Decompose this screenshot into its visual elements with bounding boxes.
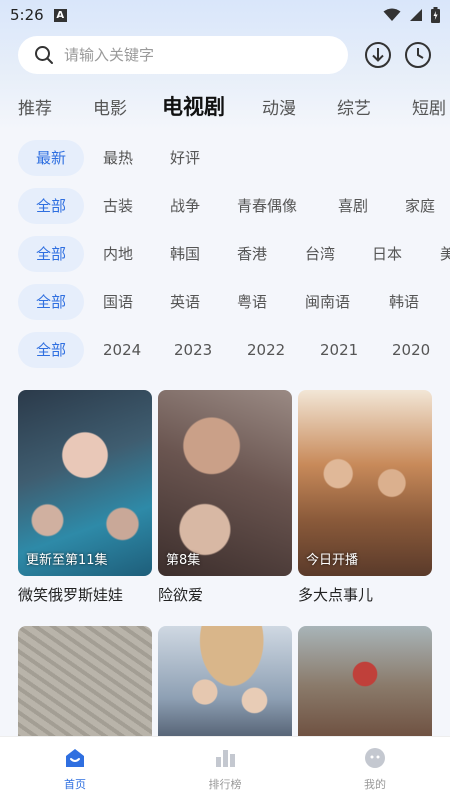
- filter-type-costume[interactable]: 古装: [103, 188, 133, 224]
- search-input[interactable]: [64, 46, 314, 64]
- video-poster[interactable]: [158, 626, 292, 746]
- video-poster[interactable]: [298, 626, 432, 746]
- nav-home-label: 首页: [64, 777, 86, 791]
- video-title: 险欲爱: [158, 586, 204, 604]
- bottom-navigation: 首页 排行榜 我的: [0, 736, 450, 800]
- filter-type-all[interactable]: 全部: [18, 188, 84, 224]
- filter-region-korea[interactable]: 韩国: [170, 236, 200, 272]
- download-button[interactable]: [363, 40, 393, 70]
- filter-type-comedy[interactable]: 喜剧: [338, 188, 368, 224]
- video-poster[interactable]: [18, 626, 152, 746]
- video-poster[interactable]: 今日开播: [298, 390, 432, 576]
- episode-badge: 更新至第11集: [26, 553, 108, 568]
- filter-row-region: 全部 内地 韩国 香港 台湾 日本 美: [0, 236, 450, 272]
- video-card[interactable]: [158, 626, 292, 746]
- nav-home[interactable]: 首页: [25, 746, 125, 792]
- filter-language-all[interactable]: 全部: [18, 284, 84, 320]
- status-time: 5:26: [10, 6, 44, 24]
- filter-language-english[interactable]: 英语: [170, 284, 200, 320]
- battery-icon: [431, 7, 440, 23]
- notification-icon: A: [53, 8, 67, 22]
- filter-year-2024[interactable]: 2024: [103, 332, 141, 368]
- signal-icon: [410, 9, 422, 21]
- filter-year-2020[interactable]: 2020: [392, 332, 430, 368]
- download-icon: [365, 42, 391, 68]
- filter-type-family[interactable]: 家庭: [405, 188, 435, 224]
- video-title: 微笑俄罗斯娃娃: [18, 586, 124, 604]
- filter-region-usa[interactable]: 美: [440, 236, 450, 272]
- filter-region-taiwan[interactable]: 台湾: [305, 236, 335, 272]
- video-card[interactable]: 更新至第11集 微笑俄罗斯娃娃: [18, 390, 152, 605]
- search-box[interactable]: [18, 36, 348, 74]
- wifi-icon: [383, 8, 401, 21]
- filter-row-year: 全部 2024 2023 2022 2021 2020: [0, 332, 450, 368]
- filter-row-type: 全部 古装 战争 青春偶像 喜剧 家庭: [0, 188, 450, 224]
- filter-region-hongkong[interactable]: 香港: [237, 236, 267, 272]
- category-tabs: 推荐 电影 电视剧 动漫 综艺 短剧: [0, 88, 450, 124]
- filter-row-language: 全部 国语 英语 粤语 闽南语 韩语: [0, 284, 450, 320]
- home-icon: [66, 748, 84, 767]
- history-button[interactable]: [403, 40, 433, 70]
- filter-row-sort: 最新 最热 好评: [0, 140, 450, 176]
- search-row: [18, 36, 438, 74]
- status-icons: [383, 7, 440, 23]
- filter-language-cantonese[interactable]: 粤语: [237, 284, 267, 320]
- filter-year-2021[interactable]: 2021: [320, 332, 358, 368]
- search-icon: [35, 46, 53, 64]
- video-card[interactable]: 第8集 险欲爱: [158, 390, 292, 605]
- filter-type-war[interactable]: 战争: [170, 188, 200, 224]
- tab-tv-series[interactable]: 电视剧: [162, 91, 225, 121]
- nav-ranking[interactable]: 排行榜: [175, 746, 275, 792]
- filter-sort-hottest[interactable]: 最热: [103, 140, 133, 176]
- filter-type-youth-idol[interactable]: 青春偶像: [237, 188, 297, 224]
- nav-profile[interactable]: 我的: [325, 746, 425, 792]
- nav-profile-label: 我的: [364, 777, 386, 791]
- filter-sort-top-rated[interactable]: 好评: [170, 140, 200, 176]
- clock-icon: [405, 42, 431, 68]
- status-bar: 5:26 A: [0, 0, 450, 30]
- filter-year-2023[interactable]: 2023: [174, 332, 212, 368]
- filter-language-korean[interactable]: 韩语: [389, 284, 419, 320]
- video-card[interactable]: [18, 626, 152, 746]
- nav-ranking-label: 排行榜: [208, 777, 242, 791]
- filter-region-japan[interactable]: 日本: [372, 236, 402, 272]
- filter-year-2022[interactable]: 2022: [247, 332, 285, 368]
- video-poster[interactable]: 第8集: [158, 390, 292, 576]
- filter-region-all[interactable]: 全部: [18, 236, 84, 272]
- profile-icon: [365, 747, 385, 768]
- video-poster[interactable]: 更新至第11集: [18, 390, 152, 576]
- tab-anime[interactable]: 动漫: [262, 94, 296, 119]
- video-card[interactable]: [298, 626, 432, 746]
- filter-year-all[interactable]: 全部: [18, 332, 84, 368]
- video-title: 多大点事儿: [298, 586, 374, 604]
- tab-movie[interactable]: 电影: [93, 94, 127, 119]
- episode-badge: 今日开播: [306, 553, 359, 568]
- tab-variety[interactable]: 综艺: [337, 94, 371, 119]
- filter-region-mainland[interactable]: 内地: [103, 236, 133, 272]
- bar-chart-icon: [216, 749, 235, 767]
- episode-badge: 第8集: [166, 553, 201, 568]
- tab-recommend[interactable]: 推荐: [18, 94, 52, 119]
- filter-language-mandarin[interactable]: 国语: [103, 284, 133, 320]
- filter-sort-latest[interactable]: 最新: [18, 140, 84, 176]
- tab-short-drama[interactable]: 短剧: [412, 94, 446, 119]
- video-card[interactable]: 今日开播 多大点事儿: [298, 390, 432, 605]
- filter-language-minnan[interactable]: 闽南语: [305, 284, 350, 320]
